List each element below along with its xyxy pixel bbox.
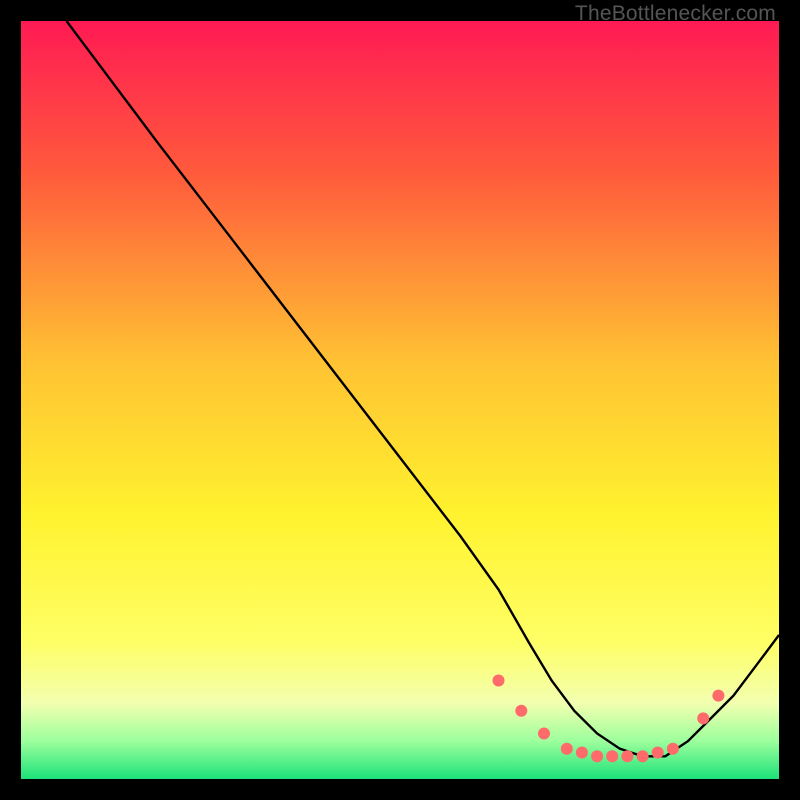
marker-dot <box>591 750 603 762</box>
marker-dot <box>515 705 527 717</box>
marker-dot <box>667 743 679 755</box>
marker-dot <box>606 750 618 762</box>
marker-dot <box>561 743 573 755</box>
marker-dot <box>652 747 664 759</box>
marker-dot <box>538 728 550 740</box>
marker-dot <box>637 750 649 762</box>
marker-dot <box>576 747 588 759</box>
marker-dot <box>493 675 505 687</box>
chart-svg <box>21 21 779 779</box>
marker-dot <box>712 690 724 702</box>
marker-dot <box>697 712 709 724</box>
chart-frame <box>21 21 779 779</box>
gradient-background <box>21 21 779 779</box>
marker-dot <box>621 750 633 762</box>
